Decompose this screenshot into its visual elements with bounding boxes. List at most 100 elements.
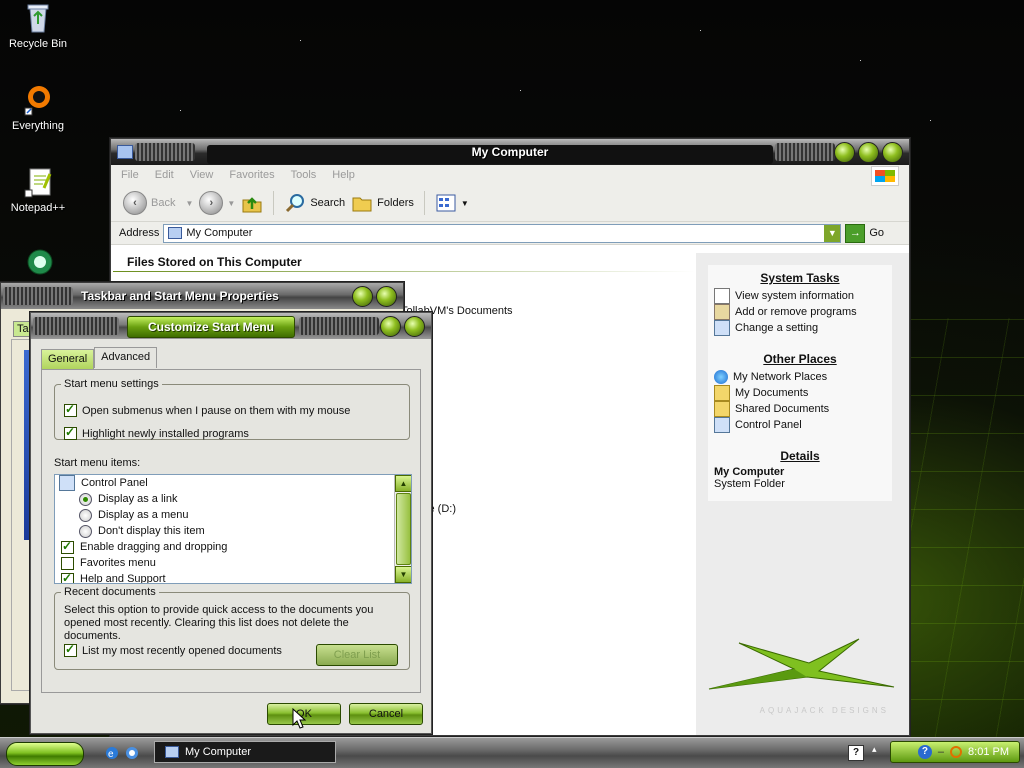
details-header[interactable]: Details [708,443,892,466]
open-submenus-checkbox[interactable]: Open submenus when I pause on them with … [64,402,350,417]
close-button[interactable] [376,286,397,307]
radio-display-link[interactable]: Display as a link [79,491,177,507]
help-support-checkbox[interactable]: Help and Support [61,571,166,583]
menu-bar: File Edit View Favorites Tools Help [111,165,909,186]
views-button[interactable]: ▼ [435,192,469,214]
customize-start-menu-dialog: Customize Start Menu General Advanced St… [30,312,432,734]
tray-separator: – [937,746,945,758]
minimize-button[interactable] [834,142,855,163]
computer-icon [165,746,179,758]
checkbox-box[interactable] [61,556,74,570]
system-tasks-header[interactable]: System Tasks [708,265,892,288]
my-computer-titlebar[interactable]: My Computer [111,139,909,165]
go-button[interactable]: Go [869,227,884,239]
go-arrow-icon[interactable]: → [845,223,866,243]
notepad-plus-plus-icon [22,166,54,198]
start-button[interactable] [6,742,84,766]
address-label: Address [119,227,160,239]
close-button[interactable] [404,316,425,337]
radio-display-menu[interactable]: Display as a menu [79,507,189,523]
back-button[interactable]: ‹ Back ▼ [123,191,193,215]
close-button[interactable] [882,142,903,163]
forward-arrow-icon: › [199,191,224,215]
clock[interactable]: 8:01 PM [968,746,1009,758]
checkbox-box[interactable] [64,402,77,417]
radio-button[interactable] [79,524,92,538]
list-item-control-panel: Control Panel [59,475,148,491]
taskbar-button-my-computer[interactable]: My Computer [154,741,336,763]
list-scrollbar[interactable]: ▲ ▼ [394,475,411,583]
task-view-system-info[interactable]: View system information [708,288,892,304]
my-documents-icon [714,385,730,401]
system-info-icon [714,288,730,304]
cancel-button[interactable]: Cancel [349,703,423,725]
checkbox-box[interactable] [64,642,77,657]
help-button[interactable] [380,316,401,337]
scroll-thumb[interactable] [396,493,411,565]
other-places-header[interactable]: Other Places [708,346,892,369]
menu-file[interactable]: File [121,169,139,181]
checkbox-box[interactable] [64,425,77,440]
up-folder-icon [242,197,262,213]
aquajack-x-logo [708,638,895,690]
clear-list-button[interactable]: Clear List [316,644,398,666]
help-tray-icon[interactable]: ? [848,745,864,761]
add-remove-programs-icon [714,304,730,320]
place-control-panel[interactable]: Control Panel [708,417,892,433]
place-network[interactable]: My Network Places [708,369,892,385]
forward-button[interactable]: › ▼ [199,191,235,215]
scroll-down-button[interactable]: ▼ [395,566,411,583]
desktop-icon-notepad[interactable]: Notepad++ [0,166,76,214]
recent-docs-description: Select this option to provide quick acce… [64,604,374,642]
logo-caption: AQUAJACK DESIGNS [759,706,889,715]
menu-view[interactable]: View [190,169,214,181]
checkbox-box[interactable] [61,571,74,583]
radio-button[interactable] [79,492,92,506]
show-desktop-icon[interactable] [124,745,140,761]
highlight-new-checkbox[interactable]: Highlight newly installed programs [64,425,249,440]
desktop-icon-partial[interactable] [0,248,76,284]
menu-favorites[interactable]: Favorites [229,169,274,181]
customize-titlebar[interactable]: Customize Start Menu [31,313,431,339]
window-title: My Computer [471,145,549,159]
enable-drag-checkbox[interactable]: Enable dragging and dropping [61,539,227,555]
address-input[interactable]: My Computer ▼ [163,223,842,243]
up-folder-button[interactable] [241,192,263,214]
views-icon [436,194,456,212]
address-dropdown-button[interactable]: ▼ [824,224,841,242]
task-change-setting[interactable]: Change a setting [708,320,892,336]
menu-edit[interactable]: Edit [155,169,174,181]
radio-dont-display[interactable]: Don't display this item [79,523,205,539]
list-recent-docs-checkbox[interactable]: List my most recently opened documents [64,642,282,657]
tray-search-icon[interactable] [950,746,963,758]
task-add-remove-programs[interactable]: Add or remove programs [708,304,892,320]
place-shared-documents[interactable]: Shared Documents [708,401,892,417]
group-label: Start menu settings [64,378,159,390]
menu-tools[interactable]: Tools [291,169,317,181]
desktop-icon-everything[interactable]: Everything [0,84,76,132]
network-places-icon [714,370,728,384]
tab-general[interactable]: General [41,349,95,370]
search-button[interactable]: Search [284,192,345,214]
chevron-down-icon: ▼ [185,198,194,208]
scroll-up-button[interactable]: ▲ [395,475,411,492]
desktop-icon-recycle-bin[interactable]: Recycle Bin [0,2,76,50]
folders-button[interactable]: Folders [351,192,414,214]
start-menu-items-list[interactable]: Control Panel Display as a link Display … [54,474,412,584]
chevron-down-icon: ▼ [227,198,236,208]
tab-advanced[interactable]: Advanced [94,347,158,368]
taskbar-properties-titlebar[interactable]: Taskbar and Start Menu Properties [1,283,403,309]
menu-help[interactable]: Help [332,169,355,181]
favorites-menu-checkbox[interactable]: Favorites menu [61,555,156,571]
globe-icon [22,248,54,280]
checkbox-box[interactable] [61,539,74,554]
help-button[interactable] [352,286,373,307]
place-my-documents[interactable]: My Documents [708,385,892,401]
internet-explorer-icon[interactable]: e [104,745,120,761]
radio-button[interactable] [79,508,92,522]
tray-overflow-icon[interactable]: ▴ [872,744,882,760]
search-icon [286,194,305,213]
tray-help-icon[interactable]: ? [917,745,932,759]
maximize-button[interactable] [858,142,879,163]
dialog-title: Customize Start Menu [127,316,295,338]
